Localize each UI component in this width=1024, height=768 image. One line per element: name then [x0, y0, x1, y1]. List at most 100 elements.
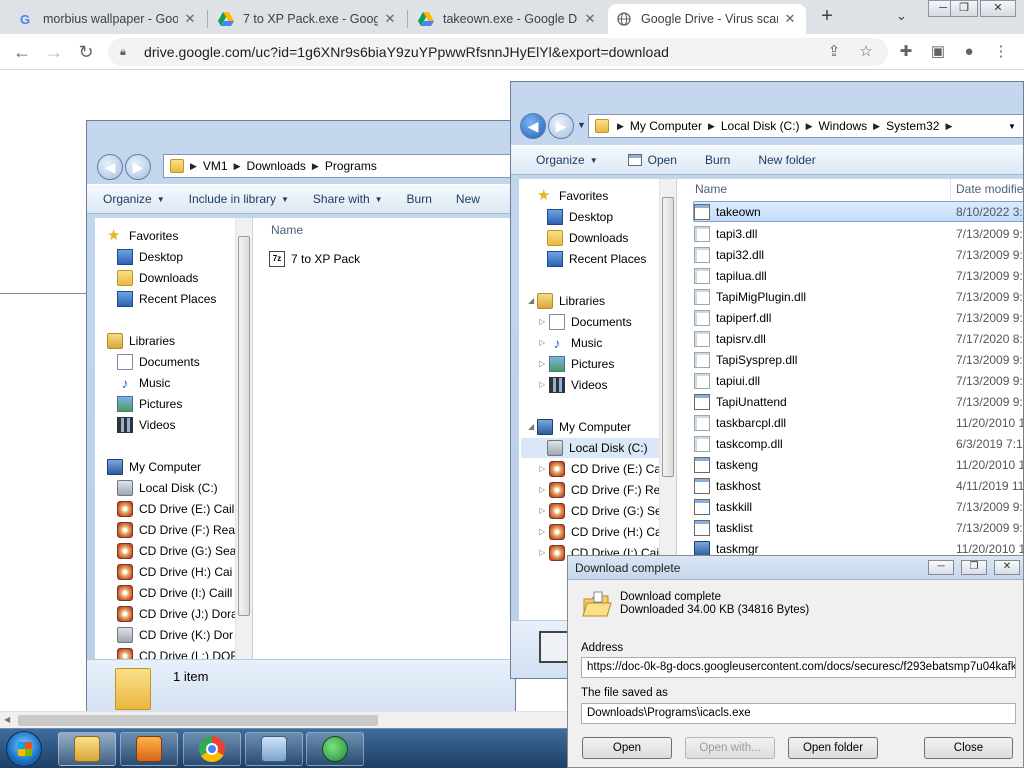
back-arrow-icon[interactable]: ◀ — [97, 154, 123, 180]
nav-downloads[interactable]: Downloads — [547, 228, 628, 248]
file-row[interactable]: tapi32.dll 7/13/2009 9:4 — [694, 244, 1023, 265]
expand-triangle-icon[interactable]: ▷ — [539, 485, 545, 494]
taskbar-chrome[interactable] — [183, 732, 241, 766]
saved-path-field[interactable]: Downloads\Programs\icacls.exe — [581, 703, 1016, 724]
file-row[interactable]: taskcomp.dll 6/3/2019 7:12 — [694, 433, 1023, 454]
nav-favorites[interactable]: ★ Favorites — [107, 226, 178, 246]
file-row[interactable]: tapisrv.dll 7/17/2020 8:3 — [694, 328, 1023, 349]
close-tab-icon[interactable]: ✕ — [182, 11, 198, 27]
file-row[interactable]: TapiMigPlugin.dll 7/13/2009 9:4 — [694, 286, 1023, 307]
nav-local-disk[interactable]: Local Disk (C:) — [521, 438, 663, 458]
file-row[interactable]: tasklist 7/13/2009 9:3 — [694, 517, 1023, 538]
taskbar-media-player[interactable] — [120, 732, 178, 766]
burn-button[interactable]: Burn — [407, 192, 432, 206]
expand-triangle-icon[interactable]: ▷ — [539, 527, 545, 536]
share-icon[interactable]: ⇪ — [825, 43, 843, 61]
recent-pages-chevron-icon[interactable]: ▼ — [577, 120, 586, 130]
file-row[interactable]: taskkill 7/13/2009 9:3 — [694, 496, 1023, 517]
organize-menu[interactable]: Organize ▼ — [103, 192, 165, 206]
open-with-button[interactable]: Open with... — [685, 737, 775, 759]
breadcrumb-my-computer[interactable]: My Computer — [630, 119, 702, 133]
address-bar[interactable]: 🔒︎ drive.google.com/uc?id=1g6XNr9s6biaY9… — [108, 38, 888, 66]
restore-button[interactable]: ❐ — [961, 560, 987, 575]
minimize-button[interactable]: ─ — [928, 560, 954, 575]
breadcrumb-system32[interactable]: System32 — [886, 119, 939, 133]
taskbar-download-manager[interactable] — [306, 732, 364, 766]
extensions-puzzle-icon[interactable]: ✚ — [897, 43, 915, 61]
address-field[interactable]: https://doc-0k-8g-docs.googleusercontent… — [581, 657, 1016, 678]
column-header-date[interactable]: Date modifie — [956, 182, 1023, 196]
expand-triangle-icon[interactable]: ▷ — [539, 464, 545, 473]
expand-triangle-icon[interactable]: ◢ — [528, 296, 534, 305]
nav-favorites[interactable]: ★ Favorites — [537, 186, 608, 206]
nav-cd-drive-h[interactable]: CD Drive (H:) Cai — [549, 522, 664, 542]
column-header-name[interactable]: Name — [271, 223, 303, 237]
nav-cd-drive-e[interactable]: CD Drive (E:) Caill — [117, 499, 237, 519]
profile-avatar-icon[interactable]: ● — [960, 43, 978, 61]
new-folder-button[interactable]: New — [456, 192, 480, 206]
tab-google-drive-virus-scan[interactable]: Google Drive - Virus scan ✕ — [608, 4, 806, 34]
scrollbar-thumb[interactable] — [662, 197, 674, 477]
side-panel-icon[interactable]: ▣ — [929, 43, 947, 61]
close-tab-icon[interactable]: ✕ — [382, 11, 398, 27]
nav-my-computer[interactable]: My Computer — [107, 457, 201, 477]
forward-arrow-icon[interactable]: → — [43, 41, 65, 63]
nav-cd-drive-g[interactable]: CD Drive (G:) Sea — [549, 501, 665, 521]
nav-desktop[interactable]: Desktop — [547, 207, 613, 227]
scroll-left-arrow-icon[interactable]: ◀ — [4, 715, 10, 724]
forward-arrow-icon[interactable]: ▶ — [548, 113, 574, 139]
nav-videos[interactable]: Videos — [549, 375, 607, 395]
nav-downloads[interactable]: Downloads — [117, 268, 198, 288]
expand-triangle-icon[interactable]: ▷ — [539, 338, 545, 347]
back-arrow-icon[interactable]: ← — [11, 41, 33, 63]
tab-morbius-wallpaper[interactable]: G morbius wallpaper - Goo ✕ — [10, 4, 206, 34]
nav-pictures[interactable]: Pictures — [117, 394, 182, 414]
nav-cd-drive-j[interactable]: CD Drive (J:) Dora — [117, 604, 238, 624]
expand-triangle-icon[interactable]: ▷ — [539, 380, 545, 389]
close-button[interactable]: Close — [924, 737, 1013, 759]
file-row[interactable]: taskhost 4/11/2019 11: — [694, 475, 1023, 496]
nav-local-disk[interactable]: Local Disk (C:) — [117, 478, 218, 498]
nav-cd-drive-g[interactable]: CD Drive (G:) Sea — [117, 541, 236, 561]
nav-cd-drive-e[interactable]: CD Drive (E:) Cail — [549, 459, 665, 479]
open-button[interactable]: Open — [627, 153, 677, 167]
new-tab-button[interactable]: + — [816, 6, 838, 28]
nav-recent-places[interactable]: Recent Places — [547, 249, 646, 269]
tab-7-to-xp-pack[interactable]: 7 to XP Pack.exe - Google ✕ — [210, 4, 406, 34]
nav-documents[interactable]: Documents — [549, 312, 632, 332]
breadcrumb-programs[interactable]: Programs — [325, 159, 377, 173]
address-breadcrumb[interactable]: ▶ VM1 ▶ Downloads ▶ Programs — [163, 154, 515, 178]
file-row[interactable]: taskeng 11/20/2010 10 — [694, 454, 1023, 475]
expand-triangle-icon[interactable]: ▷ — [539, 548, 545, 557]
open-button[interactable]: Open — [582, 737, 672, 759]
tab-takeown[interactable]: takeown.exe - Google Dr ✕ — [410, 4, 606, 34]
taskbar-control-panel[interactable] — [245, 732, 303, 766]
file-row[interactable]: TapiUnattend 7/13/2009 9:3 — [694, 391, 1023, 412]
file-row[interactable]: tapilua.dll 7/13/2009 9:4 — [694, 265, 1023, 286]
horizontal-scrollbar[interactable]: ◀ — [0, 711, 567, 728]
open-folder-button[interactable]: Open folder — [788, 737, 878, 759]
nav-music[interactable]: ♪ Music — [549, 333, 603, 353]
breadcrumb-downloads[interactable]: Downloads — [247, 159, 306, 173]
file-item[interactable]: 7z 7 to XP Pack — [269, 248, 360, 269]
organize-menu[interactable]: Organize ▼ — [536, 153, 598, 167]
file-row[interactable]: takeown 8/10/2022 3:5 — [693, 201, 1023, 222]
nav-pane-scrollbar[interactable] — [235, 218, 252, 660]
close-window-button[interactable]: ✕ — [980, 0, 1016, 17]
file-row[interactable]: TapiSysprep.dll 7/13/2009 9:4 — [694, 349, 1023, 370]
close-tab-icon[interactable]: ✕ — [582, 11, 598, 27]
nav-desktop[interactable]: Desktop — [117, 247, 183, 267]
nav-recent-places[interactable]: Recent Places — [117, 289, 216, 309]
scrollbar-thumb[interactable] — [238, 236, 250, 616]
burn-button[interactable]: Burn — [705, 153, 730, 167]
share-with-menu[interactable]: Share with ▼ — [313, 192, 383, 206]
reload-icon[interactable]: ↻ — [75, 41, 97, 63]
close-tab-icon[interactable]: ✕ — [782, 11, 798, 27]
new-folder-button[interactable]: New folder — [758, 153, 815, 167]
nav-pictures[interactable]: Pictures — [549, 354, 614, 374]
address-dropdown-icon[interactable]: ▼ — [1008, 122, 1016, 131]
nav-my-computer[interactable]: My Computer — [537, 417, 631, 437]
expand-triangle-icon[interactable]: ◢ — [528, 422, 534, 431]
expand-triangle-icon[interactable]: ▷ — [539, 317, 545, 326]
nav-music[interactable]: ♪ Music — [117, 373, 171, 393]
